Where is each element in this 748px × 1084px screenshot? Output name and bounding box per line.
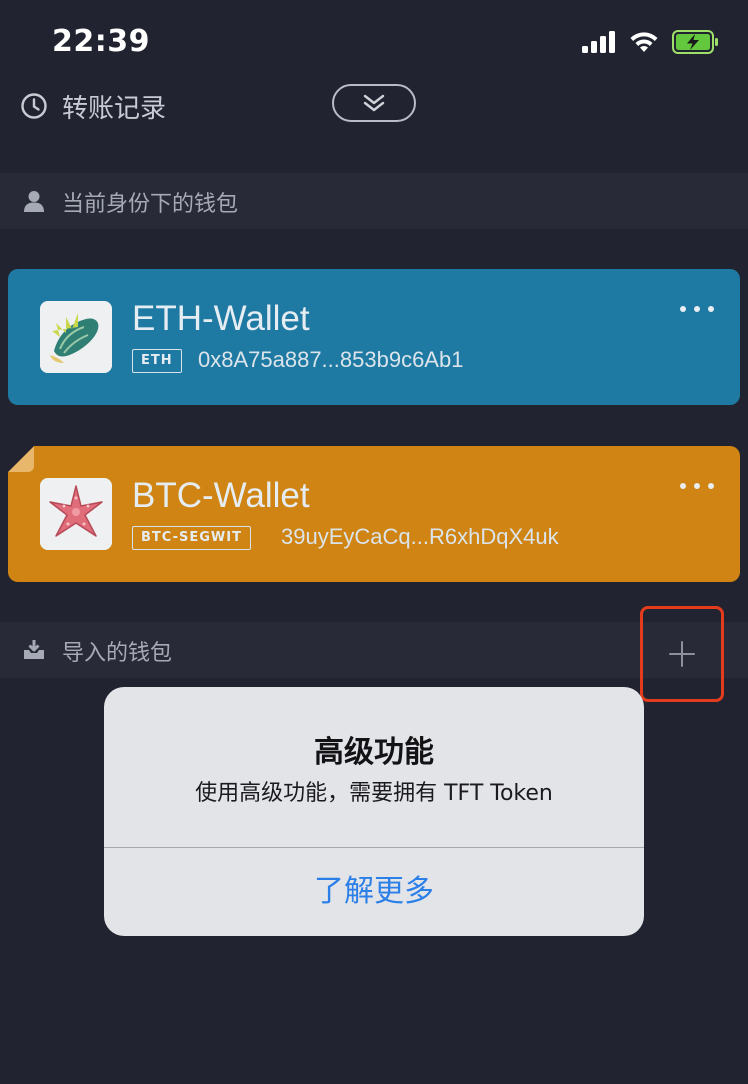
wallet-avatar: [40, 301, 112, 373]
imported-wallets-section: 导入的钱包: [0, 622, 748, 678]
status-bar: 22:39: [0, 0, 748, 84]
more-icon[interactable]: [680, 303, 714, 315]
btc-wallet-card[interactable]: BTC-Wallet BTC-SEGWIT 39uyEyCaCq...R6xhD…: [8, 446, 740, 582]
header-row: 转账记录: [0, 84, 748, 128]
wallet-chain-badge: ETH: [132, 349, 182, 373]
alert-dialog: 高级功能 使用高级功能，需要拥有 TFT Token 了解更多: [104, 687, 644, 936]
transfer-history-link[interactable]: 转账记录: [62, 88, 166, 125]
collapse-button[interactable]: [332, 84, 416, 122]
alert-message: 使用高级功能，需要拥有 TFT Token: [195, 781, 553, 806]
battery-charging-icon: [672, 30, 718, 54]
wallet-name: ETH-Wallet: [132, 299, 310, 338]
plus-icon: [669, 641, 695, 667]
wallet-address: 39uyEyCaCq...R6xhDqX4uk: [281, 524, 559, 549]
alert-title: 高级功能: [314, 735, 434, 770]
clock-icon[interactable]: [20, 92, 48, 120]
user-icon: [24, 191, 44, 212]
add-wallet-button[interactable]: [640, 606, 724, 702]
seashell-icon: [40, 301, 112, 373]
wallet-chain-badge: BTC-SEGWIT: [132, 526, 251, 550]
card-fold-flap: [8, 446, 34, 472]
status-icons: [582, 30, 720, 54]
download-box-icon: [24, 640, 44, 659]
signal-icon: [582, 31, 615, 53]
starfish-icon: [40, 478, 112, 550]
eth-wallet-card[interactable]: ETH-Wallet ETH 0x8A75a887...853b9c6Ab1: [8, 269, 740, 405]
imported-wallets-label: 导入的钱包: [62, 641, 173, 666]
double-chevron-down-icon: [363, 94, 385, 112]
learn-more-button[interactable]: 了解更多: [104, 848, 644, 936]
identity-wallets-section: 当前身份下的钱包: [0, 173, 748, 229]
status-time: 22:39: [52, 24, 150, 59]
wallet-address: 0x8A75a887...853b9c6Ab1: [198, 347, 464, 372]
wallet-name: BTC-Wallet: [132, 476, 310, 515]
more-icon[interactable]: [680, 480, 714, 492]
wallet-avatar: [40, 478, 112, 550]
identity-wallets-label: 当前身份下的钱包: [62, 192, 239, 217]
wifi-icon: [630, 32, 658, 52]
